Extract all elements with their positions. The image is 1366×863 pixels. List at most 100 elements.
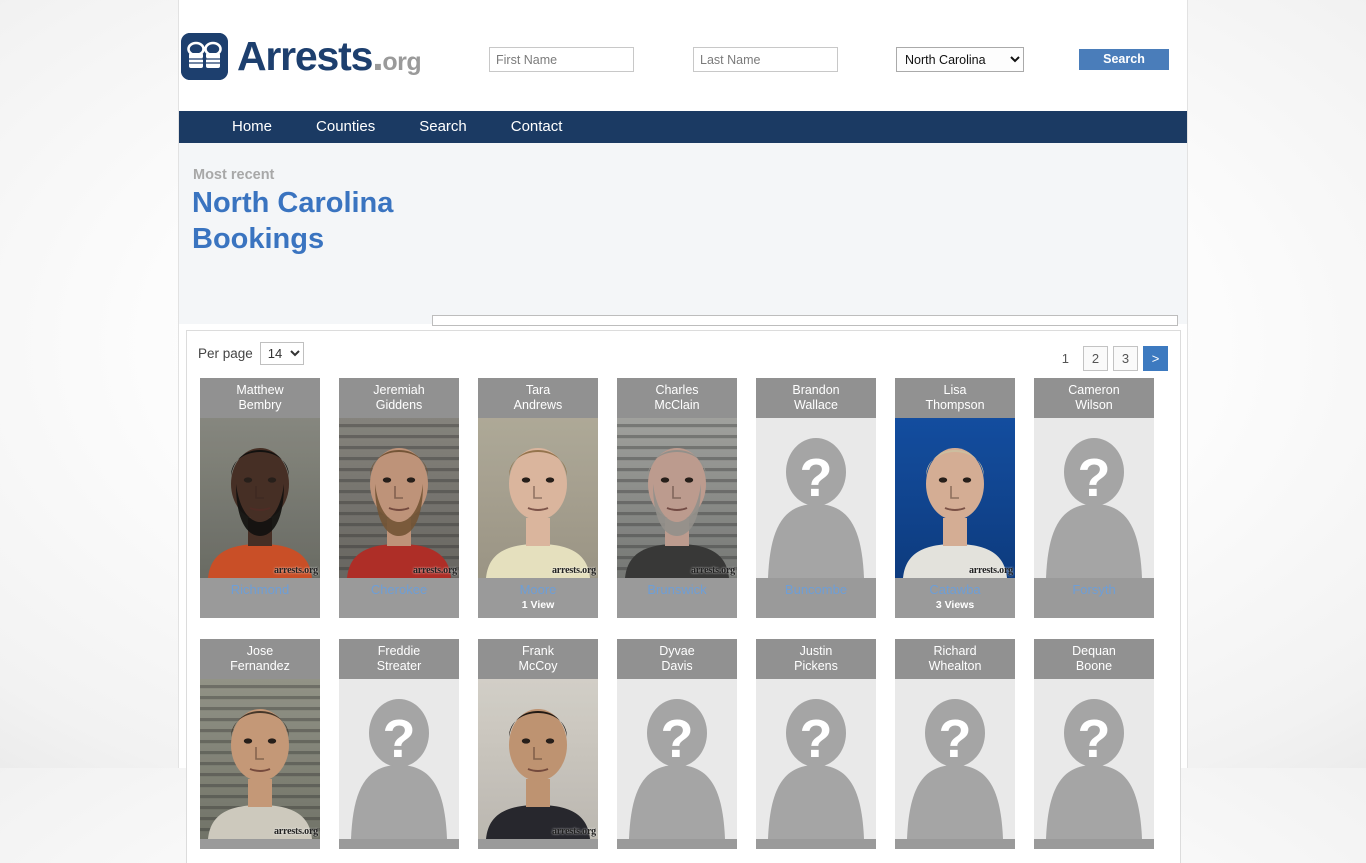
booking-card-name: Cameron Wilson bbox=[1034, 378, 1154, 418]
booking-card[interactable]: Charles McClain arrests.org Brunswick bbox=[617, 378, 737, 618]
booking-first-name: Jeremiah bbox=[373, 383, 425, 397]
intro-eyebrow: Most recent bbox=[193, 167, 275, 183]
booking-card-footer bbox=[895, 839, 1015, 849]
booking-card[interactable]: Justin Pickens? bbox=[756, 639, 876, 849]
intro-section: Most recent North Carolina Bookings bbox=[179, 143, 1187, 326]
per-page-select[interactable]: 14 bbox=[259, 342, 304, 365]
booking-last-name: Davis bbox=[661, 659, 693, 673]
booking-card-footer: Richmond bbox=[200, 578, 320, 604]
booking-card-footer bbox=[617, 839, 737, 849]
page-link-3[interactable]: 3 bbox=[1113, 346, 1138, 371]
booking-first-name: Charles bbox=[655, 383, 699, 397]
page-container: Arrests.org North Carolina Search Home C… bbox=[178, 0, 1188, 863]
page-next-button[interactable]: > bbox=[1143, 346, 1168, 371]
booking-photo-placeholder-icon: ? bbox=[1034, 679, 1154, 839]
svg-text:?: ? bbox=[939, 709, 972, 769]
watermark: arrests.org bbox=[274, 826, 318, 837]
booking-card-name: Richard Whealton bbox=[895, 639, 1015, 679]
booking-card-name: Dequan Boone bbox=[1034, 639, 1154, 679]
county-link[interactable]: Moore bbox=[478, 582, 598, 598]
booking-mugshot: arrests.org bbox=[200, 679, 320, 839]
booking-mugshot: arrests.org bbox=[617, 418, 737, 578]
booking-card[interactable]: Dyvae Davis? bbox=[617, 639, 737, 849]
booking-last-name: Fernandez bbox=[230, 659, 290, 673]
booking-last-name: Thompson bbox=[925, 398, 985, 412]
per-page-control: Per page 14 bbox=[198, 342, 304, 365]
site-header: Arrests.org North Carolina Search bbox=[179, 0, 1187, 111]
booking-card-name: Matthew Bembry bbox=[200, 378, 320, 418]
booking-card-footer bbox=[1034, 839, 1154, 849]
booking-card[interactable]: Dequan Boone? bbox=[1034, 639, 1154, 849]
booking-card-name: Justin Pickens bbox=[756, 639, 876, 679]
booking-card[interactable]: Cameron Wilson? Forsyth bbox=[1034, 378, 1154, 618]
county-link[interactable]: Forsyth bbox=[1034, 582, 1154, 598]
bookings-grid: Matthew Bembry arrests.org Richmond Jeremiah… bbox=[187, 378, 1180, 863]
booking-first-name: Dyvae bbox=[659, 644, 695, 658]
page-link-2[interactable]: 2 bbox=[1083, 346, 1108, 371]
booking-card-name: Jeremiah Giddens bbox=[339, 378, 459, 418]
svg-text:?: ? bbox=[1078, 448, 1111, 508]
main-navigation: Home Counties Search Contact bbox=[179, 111, 1187, 143]
county-link[interactable]: Richmond bbox=[200, 582, 320, 598]
watermark: arrests.org bbox=[552, 565, 596, 576]
view-count: 3 Views bbox=[935, 599, 975, 611]
booking-last-name: Pickens bbox=[794, 659, 838, 673]
watermark: arrests.org bbox=[413, 565, 457, 576]
booking-photo-placeholder-icon: ? bbox=[895, 679, 1015, 839]
first-name-input[interactable] bbox=[489, 47, 634, 72]
booking-card[interactable]: Matthew Bembry arrests.org Richmond bbox=[200, 378, 320, 618]
nav-item-home[interactable]: Home bbox=[210, 111, 294, 143]
last-name-input[interactable] bbox=[693, 47, 838, 72]
booking-card[interactable]: Jeremiah Giddens arrests.org Cherokee bbox=[339, 378, 459, 618]
county-link[interactable]: Brunswick bbox=[617, 582, 737, 598]
booking-last-name: Streater bbox=[376, 659, 422, 673]
state-select[interactable]: North Carolina bbox=[896, 47, 1024, 72]
search-button[interactable]: Search bbox=[1079, 49, 1169, 70]
county-link[interactable]: Cherokee bbox=[339, 582, 459, 598]
booking-card[interactable]: Freddie Streater? bbox=[339, 639, 459, 849]
booking-photo-placeholder-icon: ? bbox=[339, 679, 459, 839]
booking-card-footer: Cherokee bbox=[339, 578, 459, 604]
county-link[interactable]: Catawba bbox=[895, 582, 1015, 598]
booking-photo-placeholder-icon: ? bbox=[617, 679, 737, 839]
booking-card-name: Dyvae Davis bbox=[617, 639, 737, 679]
booking-card-name: Lisa Thompson bbox=[895, 378, 1015, 418]
booking-last-name: Boone bbox=[1075, 659, 1113, 673]
booking-mugshot: arrests.org bbox=[200, 418, 320, 578]
booking-card[interactable]: Frank McCoy arrests.org bbox=[478, 639, 598, 849]
results-panel: Per page 14 1 2 3 > Matthew Bembry arrests… bbox=[186, 330, 1181, 863]
watermark: arrests.org bbox=[274, 565, 318, 576]
booking-photo-placeholder-icon: ? bbox=[756, 418, 876, 578]
svg-text:?: ? bbox=[383, 709, 416, 769]
nav-item-contact[interactable]: Contact bbox=[489, 111, 585, 143]
results-toolbar: Per page 14 1 2 3 > bbox=[187, 331, 1180, 378]
booking-card-name: Frank McCoy bbox=[478, 639, 598, 679]
logo-word: Arrests bbox=[237, 33, 373, 79]
county-link[interactable]: Buncombe bbox=[756, 582, 876, 598]
booking-mugshot: arrests.org bbox=[478, 679, 598, 839]
svg-text:?: ? bbox=[661, 709, 694, 769]
booking-card-footer: Forsyth bbox=[1034, 578, 1154, 604]
booking-card-footer bbox=[478, 839, 598, 849]
booking-first-name: Matthew bbox=[236, 383, 284, 397]
logo-dot: . bbox=[372, 33, 383, 79]
booking-card-footer: Brunswick bbox=[617, 578, 737, 604]
svg-text:?: ? bbox=[800, 448, 833, 508]
booking-card[interactable]: Jose Fernandez arrests.org bbox=[200, 639, 320, 849]
booking-card[interactable]: Lisa Thompson arrests.org Catawba 3 Views bbox=[895, 378, 1015, 618]
booking-first-name: Justin bbox=[799, 644, 833, 658]
booking-card-name: Jose Fernandez bbox=[200, 639, 320, 679]
site-logo[interactable]: Arrests.org bbox=[181, 33, 422, 80]
booking-card-footer: Catawba 3 Views bbox=[895, 578, 1015, 618]
booking-last-name: Bembry bbox=[238, 398, 282, 412]
nav-item-search[interactable]: Search bbox=[397, 111, 489, 143]
booking-first-name: Freddie bbox=[377, 644, 421, 658]
ad-slot bbox=[432, 315, 1178, 326]
booking-mugshot: arrests.org bbox=[478, 418, 598, 578]
booking-card[interactable]: Brandon Wallace? Buncombe bbox=[756, 378, 876, 618]
booking-card[interactable]: Tara Andrews arrests.org Moore 1 View bbox=[478, 378, 598, 618]
booking-card-footer: Buncombe bbox=[756, 578, 876, 604]
booking-first-name: Richard bbox=[933, 644, 977, 658]
booking-card[interactable]: Richard Whealton? bbox=[895, 639, 1015, 849]
nav-item-counties[interactable]: Counties bbox=[294, 111, 397, 143]
